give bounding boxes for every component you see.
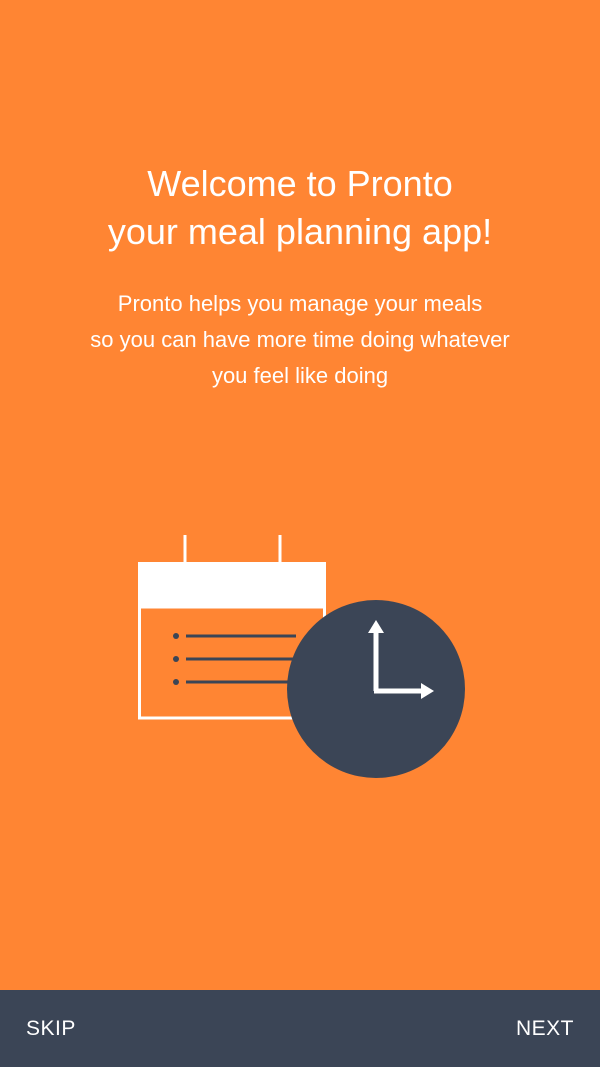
next-button[interactable]: NEXT bbox=[490, 990, 600, 1067]
bottom-nav-bar: SKIP NEXT bbox=[0, 990, 600, 1067]
welcome-title-line-1: Welcome to Pronto bbox=[147, 163, 453, 204]
clock-icon bbox=[287, 600, 465, 778]
welcome-description: Pronto helps you manage your meals so yo… bbox=[0, 286, 600, 394]
onboarding-content: Welcome to Pronto your meal planning app… bbox=[0, 0, 600, 990]
skip-button[interactable]: SKIP bbox=[0, 990, 102, 1067]
description-line-2: so you can have more time doing whatever bbox=[90, 327, 510, 352]
welcome-title-line-2: your meal planning app! bbox=[107, 211, 493, 252]
onboarding-illustration bbox=[138, 535, 465, 778]
description-line-3: you feel like doing bbox=[211, 363, 389, 388]
description-line-1: Pronto helps you manage your meals bbox=[117, 291, 483, 316]
welcome-title: Welcome to Pronto your meal planning app… bbox=[0, 160, 600, 256]
onboarding-screen: Welcome to Pronto your meal planning app… bbox=[0, 0, 600, 1067]
